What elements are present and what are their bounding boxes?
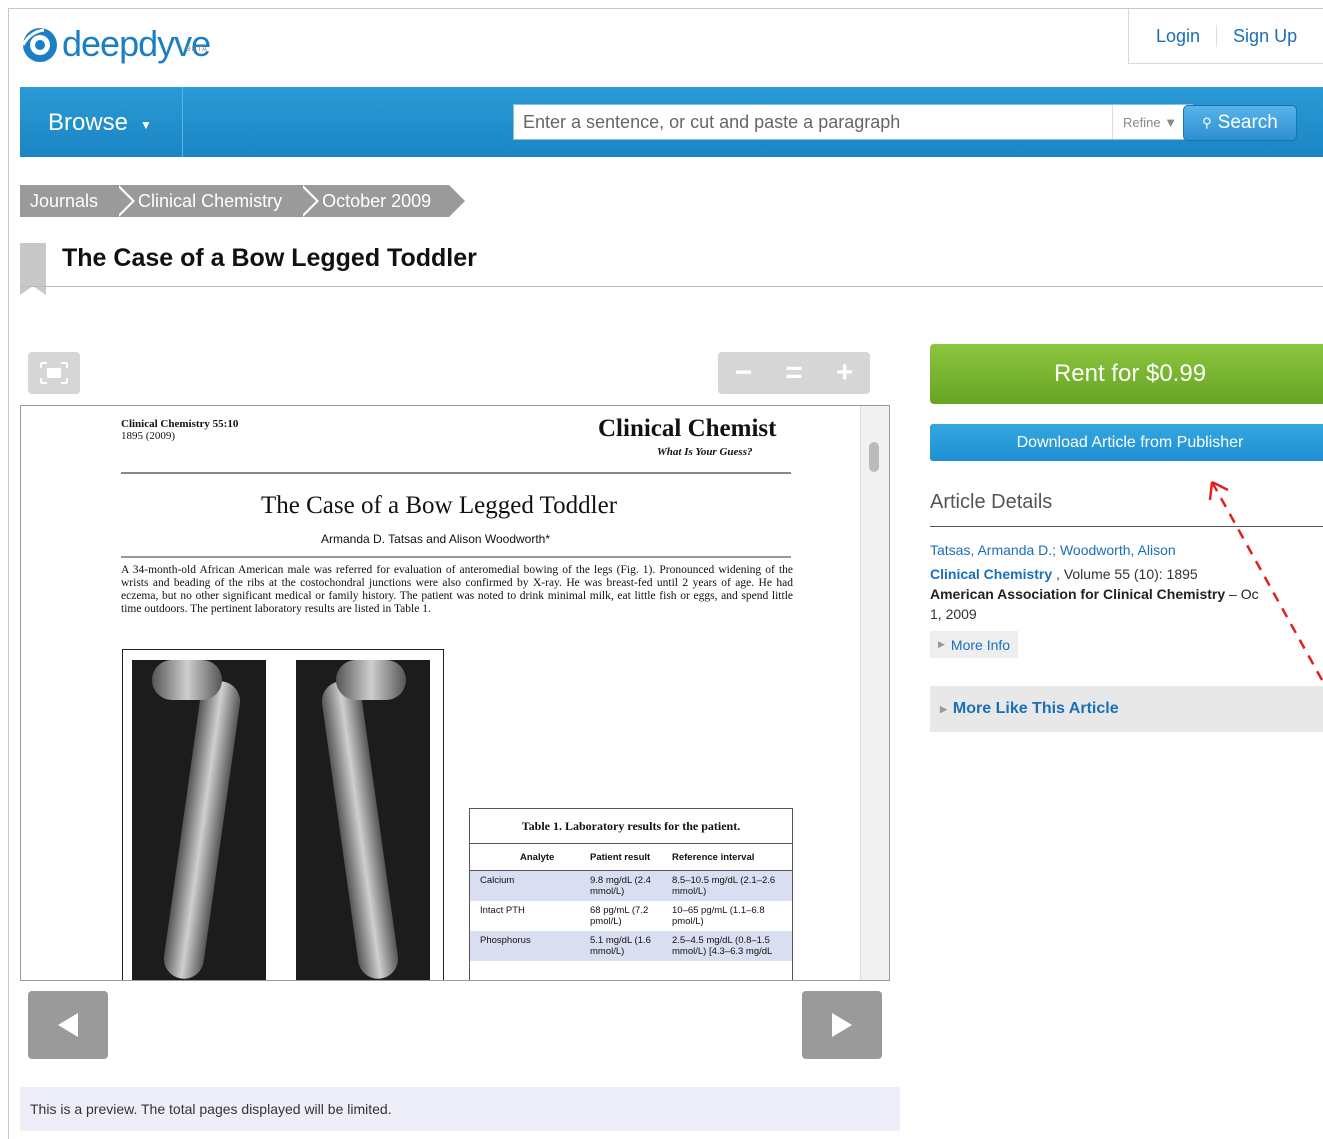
triangle-right-icon: ▶ xyxy=(940,703,947,714)
page-authors: Armanda D. Tatsas and Alison Woodworth* xyxy=(321,532,551,546)
table-header-result: Patient result xyxy=(590,851,651,863)
search-icon: ⚲ xyxy=(1202,115,1212,130)
table-cell-result: 9.8 mg/dL (2.4 mmol/L) xyxy=(590,875,651,897)
table-row: Calcium 9.8 mg/dL (2.4 mmol/L) 8.5–10.5 … xyxy=(470,871,792,901)
table-cell-analyte: Calcium xyxy=(480,875,515,886)
publication-date: 1, 2009 xyxy=(930,606,977,622)
breadcrumb-clinical-chemistry[interactable]: Clinical Chemistry xyxy=(116,185,320,217)
bookmark-icon[interactable] xyxy=(20,243,46,295)
zoom-out-button[interactable]: − xyxy=(718,352,769,394)
page-brand: Clinical Chemist xyxy=(598,415,777,442)
annotation-arrow-icon xyxy=(1208,480,1323,681)
table-caption: Table 1. Laboratory results for the pati… xyxy=(470,809,792,844)
publisher-name: American Association for Clinical Chemis… xyxy=(930,586,1226,602)
table-cell-result: 5.1 mg/dL (1.6 mmol/L) xyxy=(590,935,651,957)
deepdyve-logo-icon xyxy=(21,28,57,62)
table-cell-reference: 2.5–4.5 mg/dL (0.8–1.5 mmol/L) [4.3–6.3 … xyxy=(672,935,773,957)
article-authors-link[interactable]: Tatsas, Armanda D.; Woodworth, Alison xyxy=(930,542,1176,558)
browse-menu[interactable]: Browse ▼ xyxy=(48,109,152,137)
table-cell-reference: 10–65 pg/mL (1.1–6.8 pmol/L) xyxy=(672,905,765,927)
search-box: Refine ▼ xyxy=(513,104,1193,140)
title-divider xyxy=(20,286,1323,287)
viewer-scrollbar[interactable] xyxy=(860,406,889,980)
search-button-label: Search xyxy=(1217,112,1278,133)
fullscreen-icon xyxy=(40,362,68,384)
breadcrumb-journals[interactable]: Journals xyxy=(20,185,136,217)
fullscreen-button[interactable] xyxy=(28,352,80,394)
rent-button[interactable]: Rent for $0.99 xyxy=(930,344,1323,404)
page-article-title: The Case of a Bow Legged Toddler xyxy=(261,492,618,519)
arrow-left-icon xyxy=(58,1013,78,1037)
zoom-in-button[interactable]: + xyxy=(819,352,870,394)
previous-page-button[interactable] xyxy=(28,991,108,1059)
lab-results-table: Table 1. Laboratory results for the pati… xyxy=(469,808,793,980)
table-header-row: Analyte Patient result Reference interva… xyxy=(470,844,792,871)
page-journal-line2: 1895 (2009) xyxy=(121,430,176,442)
triangle-right-icon: ▶ xyxy=(938,639,945,649)
journal-link[interactable]: Clinical Chemistry xyxy=(930,566,1052,582)
article-details-heading: Article Details xyxy=(930,491,1053,513)
login-link[interactable]: Login xyxy=(1156,26,1200,47)
more-like-label: More Like This Article xyxy=(952,700,1119,717)
table-cell-analyte: Intact PTH xyxy=(480,905,525,916)
journal-citation: Clinical Chemistry , Volume 55 (10): 189… xyxy=(930,566,1198,582)
arrow-right-icon xyxy=(832,1013,852,1037)
page-journal-line1: Clinical Chemistry 55:10 xyxy=(121,418,239,430)
browse-label: Browse xyxy=(48,109,129,136)
refine-dropdown[interactable]: Refine ▼ xyxy=(1112,105,1192,139)
auth-links: Login Sign Up xyxy=(1128,9,1323,64)
table-header-analyte: Analyte xyxy=(520,851,555,863)
next-page-button[interactable] xyxy=(802,991,882,1059)
beta-badge: BETA xyxy=(186,46,208,53)
deepdyve-logo[interactable]: deepdyve xyxy=(20,22,211,66)
page-rule xyxy=(121,556,791,558)
scrollbar-thumb[interactable] xyxy=(869,442,879,472)
journal-volume: , Volume 55 (10): 1895 xyxy=(1052,566,1198,582)
page-abstract: A 34-month-old African American male was… xyxy=(121,564,793,615)
table-cell-result: 68 pg/mL (7.2 pmol/L) xyxy=(590,905,649,927)
logo-text: deepdyve xyxy=(62,23,211,64)
page-brand-subtitle: What Is Your Guess? xyxy=(657,446,753,458)
more-info-label: More Info xyxy=(950,636,1011,653)
document-page: Clinical Chemistry 55:10 1895 (2009) Cli… xyxy=(21,406,861,980)
page-title: The Case of a Bow Legged Toddler xyxy=(62,244,477,272)
search-button[interactable]: ⚲ Search xyxy=(1183,105,1297,141)
more-like-this-toggle[interactable]: ▶ More Like This Article xyxy=(930,686,1323,732)
auth-divider xyxy=(1216,25,1218,47)
xray-figure xyxy=(122,649,444,980)
page-journal-citation: Clinical Chemistry 55:10 1895 (2009) xyxy=(121,418,238,442)
search-input[interactable] xyxy=(514,105,1104,139)
preview-notice: This is a preview. The total pages displ… xyxy=(20,1087,900,1131)
breadcrumb: Journals Clinical Chemistry October 2009 xyxy=(20,185,469,217)
table-cell-reference: 8.5–10.5 mg/dL (2.1–2.6 mmol/L) xyxy=(672,875,776,897)
signup-link[interactable]: Sign Up xyxy=(1233,26,1297,47)
download-publisher-button[interactable]: Download Article from Publisher xyxy=(930,424,1323,461)
table-row: Intact PTH 68 pg/mL (7.2 pmol/L) 10–65 p… xyxy=(470,901,792,931)
xray-image-right xyxy=(296,660,430,980)
nav-divider xyxy=(182,87,183,157)
zoom-reset-button[interactable]: = xyxy=(769,352,820,394)
more-info-toggle[interactable]: ▶ More Info xyxy=(930,631,1019,658)
zoom-controls: − = + xyxy=(718,352,870,394)
nav-bar: Browse ▼ Refine ▼ ⚲ Search xyxy=(20,87,1323,157)
table-header-reference: Reference interval xyxy=(672,851,755,863)
table-cell-analyte: Phosphorus xyxy=(480,935,531,946)
page-rule xyxy=(121,472,791,474)
breadcrumb-october-2009[interactable]: October 2009 xyxy=(300,185,469,217)
table-row: Phosphorus 5.1 mg/dL (1.6 mmol/L) 2.5–4.… xyxy=(470,931,792,961)
chevron-down-icon: ▼ xyxy=(140,117,152,132)
xray-image-left xyxy=(132,660,266,980)
document-viewer[interactable]: Clinical Chemistry 55:10 1895 (2009) Cli… xyxy=(20,405,890,981)
